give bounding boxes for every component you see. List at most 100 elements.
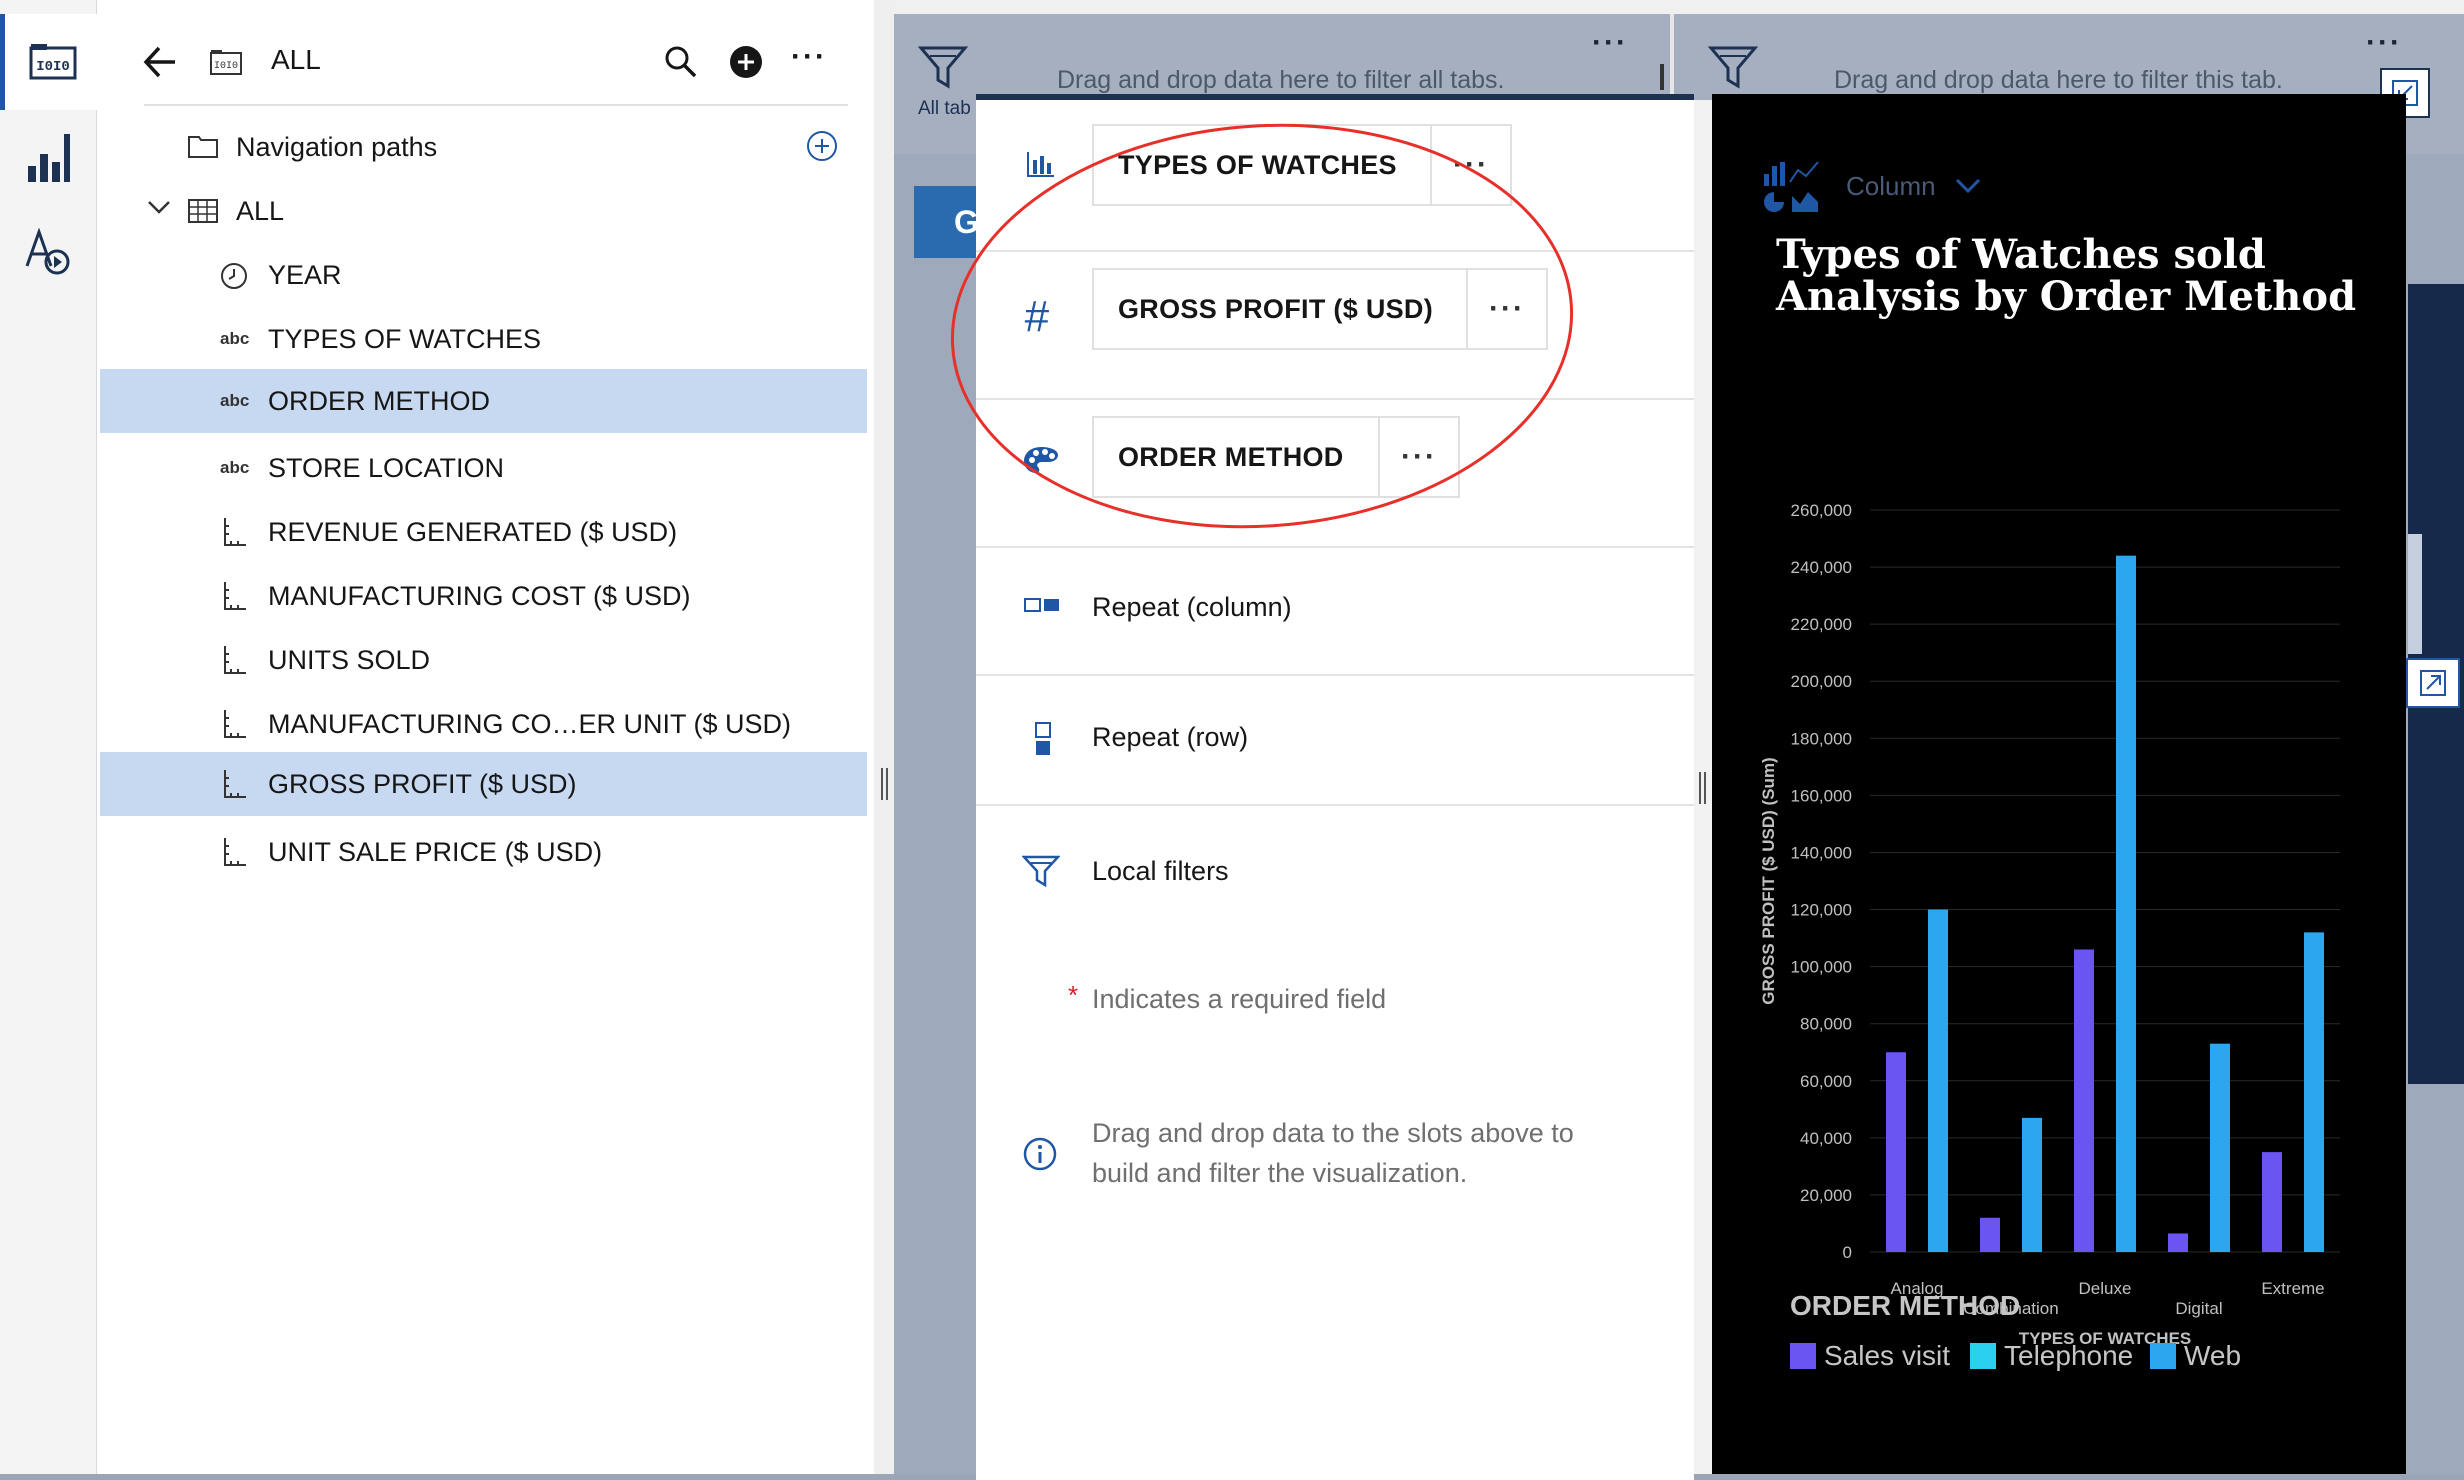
measure-icon bbox=[222, 644, 248, 676]
clock-icon bbox=[219, 261, 249, 291]
info-text-line1: Drag and drop data to the slots above to bbox=[1092, 1118, 1574, 1148]
local-filters-row[interactable]: Local filters bbox=[976, 804, 1694, 934]
add-navigation-path-button[interactable] bbox=[805, 129, 839, 163]
chart-title: Types of Watches sold Analysis by Order … bbox=[1776, 231, 2357, 320]
y-tick-label: 160,000 bbox=[1791, 786, 1852, 805]
y-tick-label: 220,000 bbox=[1791, 615, 1852, 634]
props-splitter[interactable] bbox=[1694, 100, 1712, 1474]
y-tick-label: 120,000 bbox=[1791, 901, 1852, 920]
tree-item-label: REVENUE GENERATED ($ USD) bbox=[268, 516, 678, 547]
filter-this-tab-dropzone[interactable]: Drag and drop data here to filter this t… bbox=[1834, 66, 2283, 95]
tree-root-all[interactable]: ALL bbox=[97, 179, 867, 243]
source-icon: I0I0 bbox=[209, 48, 243, 81]
repeat-column-row[interactable]: Repeat (column) bbox=[976, 546, 1694, 676]
tree-item-manufacturing-cost-per-unit[interactable]: MANUFACTURING CO…ER UNIT ($ USD) bbox=[97, 692, 867, 756]
tree-item-store-location[interactable]: abc STORE LOCATION bbox=[97, 436, 867, 500]
y-tick-label: 140,000 bbox=[1791, 843, 1852, 862]
measure-icon bbox=[222, 768, 248, 800]
repeat-row-icon bbox=[1034, 722, 1052, 761]
filter-all-tabs-dropzone[interactable]: Drag and drop data here to filter all ta… bbox=[1057, 66, 1505, 95]
plus-circle-outline-icon bbox=[807, 131, 837, 161]
all-tabs-filter-icon[interactable] bbox=[917, 44, 969, 97]
folder-icon bbox=[187, 133, 219, 159]
text-media-icon bbox=[25, 228, 70, 275]
navigation-paths-row[interactable]: Navigation paths bbox=[97, 115, 867, 179]
panel-splitter[interactable] bbox=[874, 0, 894, 1474]
bar-sales-visit bbox=[2168, 1233, 2188, 1252]
legend-swatch bbox=[2150, 1343, 2176, 1369]
x-tick-label: Extreme bbox=[2261, 1279, 2324, 1298]
tree-item-label: UNIT SALE PRICE ($ USD) bbox=[268, 836, 603, 867]
legend-label: Sales visit bbox=[1824, 1340, 1951, 1371]
legend-item-sales-visit[interactable]: Sales visit bbox=[1790, 1340, 1950, 1372]
filter-icon bbox=[1021, 854, 1061, 893]
tree-item-label: MANUFACTURING COST ($ USD) bbox=[268, 580, 691, 611]
bar-web bbox=[1928, 909, 1948, 1252]
tree-item-units-sold[interactable]: UNITS SOLD bbox=[97, 628, 867, 692]
measure-icon bbox=[222, 580, 248, 612]
chart-visualization: Column Types of Watches sold Analysis by… bbox=[1712, 94, 2406, 1474]
bar-sales-visit bbox=[1886, 1052, 1906, 1252]
info-text-line2: build and filter the visualization. bbox=[1092, 1158, 1468, 1188]
chevron-down-icon bbox=[1955, 178, 1980, 194]
chevron-down-icon[interactable] bbox=[147, 199, 171, 215]
annotation-circle bbox=[950, 123, 1574, 529]
tree-item-label: STORE LOCATION bbox=[268, 452, 505, 483]
this-tab-more-button[interactable]: ··· bbox=[2366, 26, 2402, 60]
viz-type-label: Column bbox=[1846, 170, 1936, 201]
legend-swatch bbox=[1790, 1343, 1816, 1369]
this-tab-filter-icon[interactable] bbox=[1707, 44, 1759, 97]
viz-type-icon bbox=[1764, 161, 1819, 212]
tree-item-unit-sale-price[interactable]: UNIT SALE PRICE ($ USD) bbox=[97, 820, 867, 884]
repeat-column-label: Repeat (column) bbox=[1092, 592, 1292, 622]
legend-title: ORDER METHOD bbox=[1790, 1290, 2021, 1321]
text-type-icon: abc bbox=[220, 458, 250, 477]
tree-item-revenue-generated[interactable]: REVENUE GENERATED ($ USD) bbox=[97, 500, 867, 564]
text-media-button[interactable] bbox=[0, 204, 96, 300]
header-divider bbox=[144, 104, 848, 106]
all-tabs-more-button[interactable]: ··· bbox=[1592, 26, 1628, 60]
y-tick-label: 260,000 bbox=[1791, 501, 1852, 520]
tree-item-label: TYPES OF WATCHES bbox=[268, 323, 542, 354]
y-tick-label: 240,000 bbox=[1791, 558, 1852, 577]
tree-item-label: YEAR bbox=[268, 259, 342, 290]
local-filters-label: Local filters bbox=[1092, 856, 1229, 886]
expand-button[interactable] bbox=[2406, 658, 2460, 708]
legend-item-web[interactable]: Web bbox=[2150, 1340, 2241, 1372]
search-button[interactable] bbox=[663, 44, 699, 85]
plus-circle-icon bbox=[730, 46, 762, 78]
required-asterisk: * bbox=[1068, 980, 1079, 1010]
back-button[interactable] bbox=[141, 42, 181, 87]
tree-item-label: ORDER METHOD bbox=[268, 385, 490, 416]
navigation-paths-label: Navigation paths bbox=[236, 131, 438, 162]
y-tick-label: 200,000 bbox=[1791, 672, 1852, 691]
tree-item-year[interactable]: YEAR bbox=[97, 243, 867, 307]
repeat-row-row[interactable]: Repeat (row) bbox=[976, 674, 1694, 806]
tree-item-label: GROSS PROFIT ($ USD) bbox=[268, 768, 577, 799]
measure-icon bbox=[222, 516, 248, 548]
text-type-icon: abc bbox=[220, 391, 250, 410]
more-options-button[interactable]: ··· bbox=[791, 40, 827, 74]
legend-item-telephone[interactable]: Telephone bbox=[1970, 1340, 2133, 1372]
repeat-column-icon bbox=[1024, 596, 1060, 619]
chart-plot: 0 20,000 40,000 60,000 80,000 100,000 120,000 1… bbox=[1759, 501, 2340, 1348]
bar-sales-visit bbox=[1980, 1217, 2000, 1252]
x-tick-label: Digital bbox=[2175, 1299, 2222, 1318]
y-tick-label: 20,000 bbox=[1800, 1186, 1852, 1205]
viz-type-selector[interactable]: Column bbox=[1762, 158, 1982, 214]
tree-item-types-of-watches[interactable]: abc TYPES OF WATCHES bbox=[97, 307, 867, 371]
tree-item-gross-profit[interactable]: GROSS PROFIT ($ USD) bbox=[100, 752, 867, 816]
svg-text:I0I0: I0I0 bbox=[36, 59, 70, 75]
filter-bar-divider bbox=[1660, 64, 1664, 90]
tree-item-order-method[interactable]: abc ORDER METHOD bbox=[100, 369, 867, 433]
back-arrow-icon bbox=[143, 46, 175, 78]
bar-web bbox=[2304, 932, 2324, 1252]
visualizations-button[interactable] bbox=[0, 110, 96, 206]
tree-item-manufacturing-cost[interactable]: MANUFACTURING COST ($ USD) bbox=[97, 564, 867, 628]
svg-text:I0I0: I0I0 bbox=[214, 61, 238, 72]
data-sources-button[interactable]: I0I0 bbox=[0, 14, 101, 110]
bar-web bbox=[2116, 555, 2136, 1252]
add-button[interactable] bbox=[728, 44, 764, 85]
tree-item-label: MANUFACTURING CO…ER UNIT ($ USD) bbox=[268, 708, 792, 739]
y-axis-title: GROSS PROFIT ($ USD) (Sum) bbox=[1759, 757, 1778, 1004]
